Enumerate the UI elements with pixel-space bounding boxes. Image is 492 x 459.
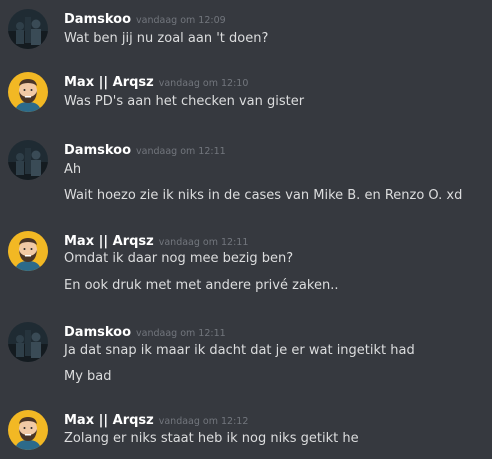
bearded-man-avatar-icon — [8, 231, 48, 271]
timestamp: vandaag om 12:10 — [158, 78, 249, 89]
chat-messages: Damskoo vandaag om 12:09 Wat ben jij nu z… — [0, 0, 492, 459]
timestamp: vandaag om 12:12 — [158, 416, 249, 427]
bearded-man-avatar-icon — [8, 410, 48, 450]
username[interactable]: Damskoo — [64, 143, 131, 158]
message-text: Ah — [64, 162, 82, 177]
timestamp: vandaag om 12:11 — [158, 237, 249, 248]
message-header: Max || Arqsz vandaag om 12:10 — [64, 71, 248, 90]
message-header: Max || Arqsz vandaag om 12:11 — [64, 230, 248, 249]
avatar[interactable] — [8, 322, 48, 362]
dark-avatar-icon — [8, 140, 48, 180]
message-text: Was PD's aan het checken van gister — [64, 94, 305, 109]
avatar[interactable] — [8, 72, 48, 112]
message-header: Max || Arqsz vandaag om 12:12 — [64, 409, 248, 428]
username[interactable]: Damskoo — [64, 12, 131, 27]
username[interactable]: Max || Arqsz — [64, 234, 154, 249]
timestamp: vandaag om 12:11 — [136, 328, 226, 339]
avatar[interactable] — [8, 410, 48, 450]
message-header: Damskoo vandaag om 12:11 — [64, 139, 226, 158]
username[interactable]: Max || Arqsz — [64, 413, 154, 428]
bearded-man-avatar-icon — [8, 72, 48, 112]
avatar[interactable] — [8, 140, 48, 180]
dark-avatar-icon — [8, 9, 48, 49]
message-text: Zolang er niks staat heb ik nog niks get… — [64, 431, 359, 446]
message-text: Ja dat snap ik maar ik dacht dat je er w… — [64, 343, 415, 358]
message-text: En ook druk met met andere privé zaken.. — [64, 278, 339, 293]
message-text: My bad — [64, 369, 112, 384]
avatar[interactable] — [8, 9, 48, 49]
timestamp: vandaag om 12:09 — [136, 15, 226, 26]
username[interactable]: Max || Arqsz — [64, 75, 154, 90]
message-text: Omdat ik daar nog mee bezig ben? — [64, 251, 294, 266]
message-header: Damskoo vandaag om 12:09 — [64, 8, 226, 27]
message-header: Damskoo vandaag om 12:11 — [64, 321, 226, 340]
message-text: Wait hoezo zie ik niks in de cases van M… — [64, 188, 463, 203]
message-text: Wat ben jij nu zoal aan 't doen? — [64, 31, 269, 46]
timestamp: vandaag om 12:11 — [136, 146, 226, 157]
avatar[interactable] — [8, 231, 48, 271]
username[interactable]: Damskoo — [64, 325, 131, 340]
dark-avatar-icon — [8, 322, 48, 362]
